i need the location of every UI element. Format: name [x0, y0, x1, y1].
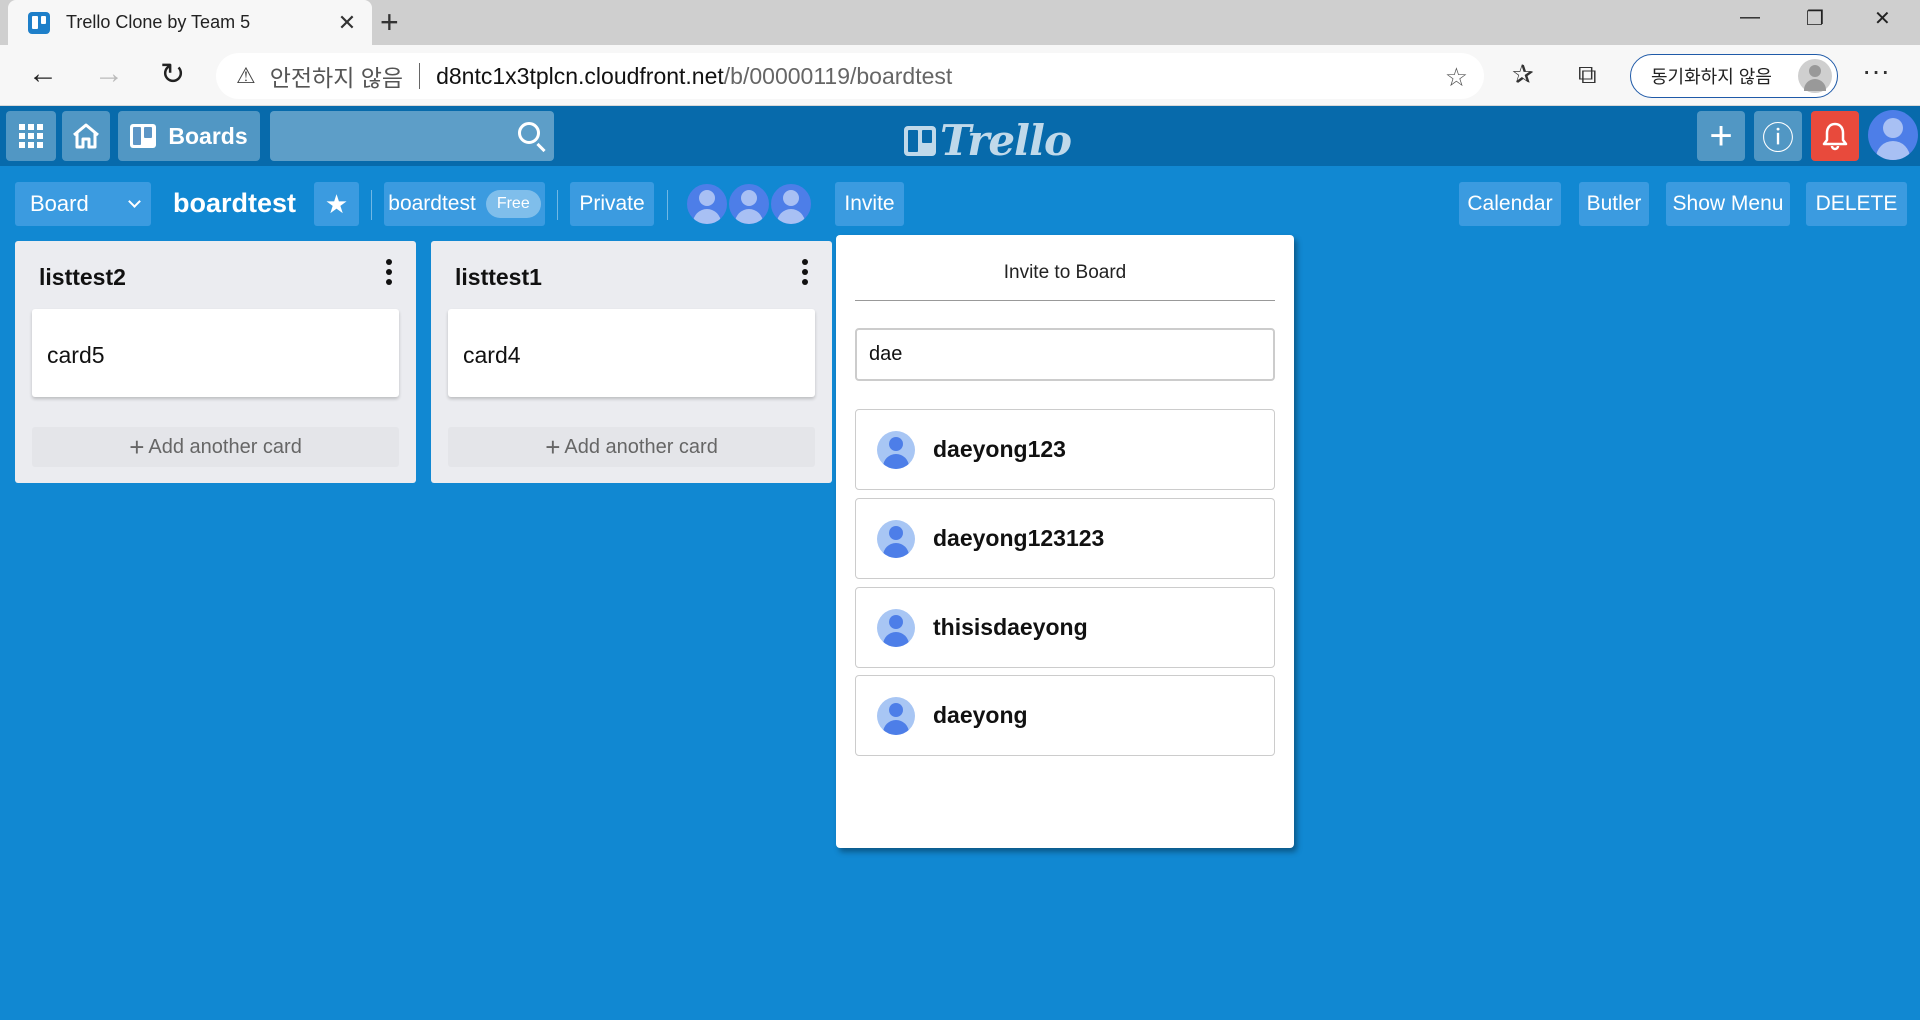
board-title[interactable]: boardtest	[173, 188, 296, 219]
add-card-label: Add another card	[148, 435, 302, 458]
user-result-name: thisisdaeyong	[933, 614, 1088, 640]
more-options-icon[interactable]: ···	[1862, 55, 1890, 87]
url-path: /b/00000119/boardtest	[723, 62, 953, 89]
sync-profile-button[interactable]: 동기화하지 않음	[1630, 54, 1838, 98]
tab-close-button[interactable]: ✕	[332, 10, 362, 36]
header-divider	[557, 190, 558, 220]
chevron-down-icon	[128, 195, 141, 208]
add-card-button[interactable]: + Add another card	[32, 427, 399, 467]
kebab-icon[interactable]	[802, 259, 808, 285]
security-status[interactable]: 안전하지 않음	[270, 59, 403, 93]
favorites-icon[interactable]: ✰	[1512, 59, 1534, 90]
card[interactable]: card4	[448, 309, 815, 397]
boards-icon	[130, 124, 157, 148]
list-column: listtest1 card4 + Add another card	[431, 241, 832, 483]
header-divider	[667, 190, 668, 220]
user-avatar[interactable]	[1868, 110, 1918, 160]
user-result[interactable]: daeyong123	[855, 409, 1275, 490]
trello-logo[interactable]: Trello	[904, 116, 1072, 165]
calendar-button[interactable]: Calendar	[1459, 182, 1561, 226]
search-icon[interactable]	[518, 122, 540, 144]
home-button[interactable]	[62, 111, 110, 161]
forward-button[interactable]: →	[94, 57, 124, 91]
logo-text: Trello	[940, 116, 1072, 165]
search-input[interactable]	[270, 111, 554, 161]
add-favorite-icon[interactable]: ☆	[1445, 62, 1468, 93]
user-icon	[877, 696, 915, 735]
member-avatar[interactable]	[727, 182, 771, 226]
browser-toolbar: ← → ↻ ⚠ 안전하지 않음 d8ntc1x3tplcn.cloudfront…	[0, 45, 1920, 106]
board-view-label: Board	[30, 191, 89, 216]
trello-logo-icon	[904, 125, 936, 156]
header-divider	[371, 190, 372, 220]
plus-icon: +	[129, 431, 145, 462]
url-host: d8ntc1x3tplcn.cloudfront.net	[436, 62, 724, 89]
bell-icon	[1822, 122, 1848, 151]
list-title[interactable]: listtest1	[455, 264, 542, 291]
create-button[interactable]: +	[1697, 111, 1745, 161]
show-menu-button[interactable]: Show Menu	[1666, 182, 1790, 226]
sync-label: 동기화하지 않음	[1651, 67, 1772, 87]
invite-search-input[interactable]	[855, 328, 1275, 381]
star-board-button[interactable]: ★	[314, 182, 359, 226]
user-result[interactable]: daeyong	[855, 675, 1275, 756]
boards-button[interactable]: Boards	[118, 111, 260, 161]
visibility-button[interactable]: Private	[570, 182, 654, 226]
invite-popup: Invite to Board daeyong123 daeyong123123…	[836, 235, 1294, 848]
workspace-button[interactable]: boardtest Free	[384, 182, 545, 226]
delete-board-button[interactable]: DELETE	[1806, 182, 1907, 226]
add-card-button[interactable]: + Add another card	[448, 427, 815, 467]
add-card-label: Add another card	[564, 435, 718, 458]
kebab-icon[interactable]	[386, 259, 392, 285]
address-bar[interactable]: ⚠ 안전하지 않음 d8ntc1x3tplcn.cloudfront.net /…	[216, 53, 1484, 99]
popup-title: Invite to Board	[1003, 262, 1127, 283]
plan-badge: Free	[485, 190, 541, 218]
restore-button[interactable]: ❐	[1806, 6, 1824, 31]
user-icon	[877, 519, 915, 558]
browser-tab-bar: Trello Clone by Team 5 ✕ + — ❐ ✕	[0, 0, 1920, 45]
list-column: listtest2 card5 + Add another card	[15, 241, 416, 483]
popup-divider	[855, 300, 1275, 301]
card[interactable]: card5	[32, 309, 399, 397]
user-result[interactable]: thisisdaeyong	[855, 587, 1275, 668]
user-result[interactable]: daeyong123123	[855, 498, 1275, 579]
workspace-label: boardtest	[388, 192, 476, 215]
collections-icon[interactable]: ⧉	[1578, 59, 1597, 91]
info-button[interactable]: ⓘ	[1754, 111, 1802, 161]
invite-button[interactable]: Invite	[835, 182, 904, 226]
home-icon	[73, 123, 99, 149]
apps-button[interactable]	[6, 111, 56, 161]
browser-tab[interactable]: Trello Clone by Team 5 ✕	[8, 0, 372, 45]
plus-icon: +	[545, 431, 561, 462]
star-icon: ★	[324, 188, 349, 219]
user-icon	[877, 608, 915, 647]
member-avatar[interactable]	[685, 182, 729, 226]
url-divider	[419, 63, 421, 89]
reload-button[interactable]: ↻	[160, 57, 185, 92]
notifications-button[interactable]	[1811, 111, 1859, 161]
new-tab-button[interactable]: +	[380, 4, 399, 41]
user-result-name: daeyong123123	[933, 525, 1105, 551]
user-result-name: daeyong	[933, 702, 1028, 728]
boards-label: Boards	[168, 122, 248, 149]
user-result-name: daeyong123	[933, 436, 1066, 462]
butler-button[interactable]: Butler	[1579, 182, 1649, 226]
app-header: Boards Trello + ⓘ	[0, 106, 1920, 166]
tab-title: Trello Clone by Team 5	[66, 12, 251, 32]
user-icon	[877, 430, 915, 469]
window-close-button[interactable]: ✕	[1874, 6, 1891, 31]
member-avatar[interactable]	[769, 182, 813, 226]
warning-icon: ⚠	[236, 63, 256, 88]
minimize-button[interactable]: —	[1740, 6, 1760, 29]
trello-favicon-icon	[28, 11, 50, 34]
board-view-select[interactable]: Board	[15, 182, 151, 226]
profile-avatar-icon	[1798, 59, 1832, 93]
grid-icon	[19, 124, 43, 148]
list-title[interactable]: listtest2	[39, 264, 126, 291]
back-button[interactable]: ←	[28, 57, 58, 91]
